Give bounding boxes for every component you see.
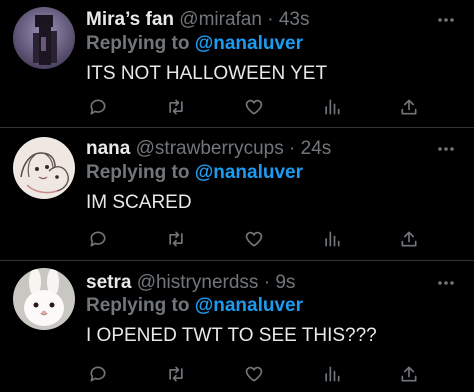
avatar[interactable]	[13, 137, 75, 199]
tweet-text: ITS NOT HALLOWEEN YET	[86, 63, 328, 84]
replying-to: Replying to @nanaluver	[86, 32, 303, 56]
replying-prefix: Replying to	[86, 295, 190, 316]
tweet-text: IM SCARED	[86, 192, 192, 213]
views-button[interactable]	[320, 362, 344, 386]
retweet-icon	[169, 231, 183, 247]
retweet-icon	[169, 366, 183, 382]
views-button[interactable]	[320, 95, 344, 119]
more-dots-icon	[438, 18, 454, 22]
reply-icon	[90, 366, 106, 382]
display-name[interactable]: Mira’s fan	[86, 9, 174, 30]
like-button[interactable]	[242, 95, 266, 119]
more-dots-icon	[438, 281, 454, 285]
mention-link[interactable]: @nanaluver	[195, 162, 303, 183]
replying-prefix: Replying to	[86, 162, 190, 183]
avatar-white-bunny-icon	[13, 268, 75, 330]
retweet-button[interactable]	[164, 95, 188, 119]
like-icon	[245, 99, 263, 115]
display-name[interactable]: setra	[86, 272, 131, 293]
views-icon	[325, 99, 340, 115]
share-icon	[401, 99, 417, 115]
replying-prefix: Replying to	[86, 33, 190, 54]
views-button[interactable]	[320, 227, 344, 251]
retweet-button[interactable]	[164, 227, 188, 251]
action-bar	[86, 95, 426, 119]
reply-tweet[interactable]: nana @strawberrycups · 24s Replying to @…	[0, 128, 474, 261]
like-icon	[245, 231, 263, 247]
reply-button[interactable]	[86, 95, 110, 119]
timestamp[interactable]: 24s	[301, 138, 332, 159]
user-handle[interactable]: @histrynerdss	[137, 272, 259, 293]
display-name[interactable]: nana	[86, 138, 130, 159]
replying-to: Replying to @nanaluver	[86, 161, 303, 185]
timestamp[interactable]: 43s	[279, 9, 310, 30]
separator: ·	[267, 9, 274, 30]
tweet-text: I OPENED TWT TO SEE THIS???	[86, 325, 377, 346]
reply-tweet[interactable]: setra @histrynerdss · 9s Replying to @na…	[0, 261, 474, 392]
like-button[interactable]	[242, 362, 266, 386]
share-button[interactable]	[397, 95, 421, 119]
more-dots-icon	[438, 147, 454, 151]
more-options-button[interactable]	[434, 139, 458, 159]
avatar-dark-figure-icon	[13, 7, 75, 69]
separator: ·	[289, 138, 296, 159]
share-icon	[401, 366, 417, 382]
tweet-header: nana @strawberrycups · 24s	[86, 137, 331, 161]
timestamp[interactable]: 9s	[275, 272, 295, 293]
separator: ·	[263, 272, 271, 293]
retweet-button[interactable]	[164, 362, 188, 386]
more-options-button[interactable]	[434, 273, 458, 293]
tweet-header: Mira’s fan @mirafan · 43s	[86, 8, 309, 32]
share-button[interactable]	[397, 227, 421, 251]
views-icon	[325, 366, 340, 382]
like-icon	[245, 366, 263, 382]
reply-tweet[interactable]: Mira’s fan @mirafan · 43s Replying to @n…	[0, 0, 474, 128]
like-button[interactable]	[242, 227, 266, 251]
views-icon	[325, 231, 340, 247]
more-options-button[interactable]	[434, 10, 458, 30]
share-icon	[401, 231, 417, 247]
user-handle[interactable]: @mirafan	[179, 9, 262, 30]
reply-button[interactable]	[86, 227, 110, 251]
reply-button[interactable]	[86, 362, 110, 386]
reply-icon	[90, 99, 106, 115]
tweet-header: setra @histrynerdss · 9s	[86, 271, 295, 295]
action-bar	[86, 227, 426, 251]
avatar[interactable]	[13, 7, 75, 69]
reply-icon	[90, 231, 106, 247]
replying-to: Replying to @nanaluver	[86, 294, 303, 318]
avatar-sketch-drawing-icon	[13, 137, 75, 199]
action-bar	[86, 362, 426, 386]
mention-link[interactable]: @nanaluver	[195, 295, 303, 316]
share-button[interactable]	[397, 362, 421, 386]
mention-link[interactable]: @nanaluver	[195, 33, 303, 54]
avatar[interactable]	[13, 268, 75, 330]
user-handle[interactable]: @strawberrycups	[136, 138, 284, 159]
retweet-icon	[169, 99, 183, 115]
